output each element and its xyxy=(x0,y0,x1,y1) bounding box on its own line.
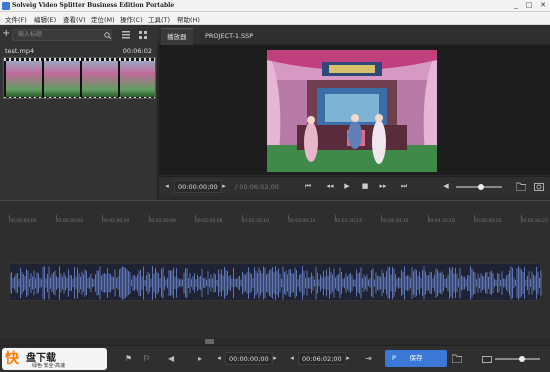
volume-knob[interactable] xyxy=(478,184,485,190)
ruler-tick-label: 00:05:30;22 xyxy=(520,219,548,224)
start-time-back-icon[interactable]: ◂ xyxy=(214,353,224,364)
minimize-button[interactable]: _ xyxy=(511,1,521,10)
window-title: Solveig Video Splitter Business Edition … xyxy=(12,2,175,9)
zoom-knob[interactable] xyxy=(519,356,525,362)
split-icon[interactable]: ⇥ xyxy=(365,354,372,363)
step-forward-icon[interactable]: ▸▸ xyxy=(378,181,388,192)
total-time: / 00:06:02;00 xyxy=(235,183,279,191)
ruler-tick-label: 00:00:30;02 xyxy=(55,219,83,224)
stop-icon[interactable]: ■ xyxy=(360,181,370,192)
search-placeholder: 输入标题 xyxy=(18,31,43,38)
file-thumbnail-strip[interactable] xyxy=(3,57,156,99)
current-time-field[interactable]: 00:00:00;00 xyxy=(174,180,222,193)
app-icon xyxy=(2,2,10,10)
ruler-tick-label: 00:05:00;20 xyxy=(474,219,502,224)
go-to-end-icon[interactable]: ⏭ xyxy=(399,181,409,192)
timeline-panel: 00:00:00;00 00:00:30;02 00:01:00;04 00:01:3… xyxy=(0,200,550,345)
save-icon: P xyxy=(392,354,396,362)
ruler-tick-label: 00:04:00;16 xyxy=(381,219,409,224)
file-name: test.mp4 xyxy=(5,47,35,55)
scrollbar-thumb[interactable] xyxy=(205,339,214,344)
thumbnail-frame xyxy=(82,61,118,97)
volume-icon[interactable]: ◀ xyxy=(441,181,451,192)
menu-locate[interactable]: 定位(M) xyxy=(91,14,115,24)
thumbnail-frame xyxy=(6,61,42,97)
player-controls: ◂ 00:00:00;00 ▸ / 00:06:02;00 ⏮ ◂◂ ▶ ■ ▸… xyxy=(159,176,550,196)
menu-view[interactable]: 查看(V) xyxy=(63,14,86,24)
save-label: 保存 xyxy=(409,354,423,362)
tab-bar: 播放器 PROJECT-1.SSP xyxy=(159,25,550,45)
menu-edit[interactable]: 编辑(E) xyxy=(34,14,56,24)
play-icon[interactable]: ▶ xyxy=(342,181,352,192)
grid-view-icon[interactable] xyxy=(139,31,147,39)
ruler-tick-label: 00:02:30;10 xyxy=(241,219,269,224)
ruler-tick-label: 00:03:00;12 xyxy=(288,219,316,224)
set-end-marker-icon[interactable]: ⚐ xyxy=(143,354,150,363)
save-button[interactable]: P 保存 xyxy=(385,350,447,367)
menu-help[interactable]: 帮助(H) xyxy=(177,14,200,24)
audio-waveform xyxy=(9,266,542,300)
video-viewer xyxy=(159,45,550,175)
start-time-forward-icon[interactable]: ▸ xyxy=(270,353,280,364)
search-icon[interactable] xyxy=(104,32,111,39)
mute-icon[interactable]: ◀ xyxy=(168,354,174,363)
start-time-field[interactable]: 00:00:00;00 xyxy=(225,352,273,365)
snapshot-icon[interactable] xyxy=(534,182,544,191)
close-button[interactable]: ✕ xyxy=(538,1,548,10)
audio-waveform-track[interactable] xyxy=(9,263,542,301)
add-file-button[interactable]: + xyxy=(2,28,10,39)
maximize-button[interactable]: □ xyxy=(524,1,534,10)
thumbnail-frame xyxy=(44,61,80,97)
menu-tools[interactable]: 工具(T) xyxy=(148,14,170,24)
cursor-icon[interactable]: ▸ xyxy=(198,354,202,363)
file-duration: 00:06:02 xyxy=(122,47,152,55)
set-start-marker-icon[interactable]: ⚑ xyxy=(125,354,132,363)
timeline-ruler[interactable]: 00:00:00;00 00:00:30;02 00:01:00;04 00:01:3… xyxy=(0,211,550,231)
library-toolbar: + 输入标题 xyxy=(0,25,158,45)
end-time-field[interactable]: 00:06:02;00 xyxy=(298,352,346,365)
ruler-tick-label: 00:04:30;18 xyxy=(427,219,455,224)
video-frame[interactable] xyxy=(267,50,437,172)
step-back-icon[interactable]: ◂◂ xyxy=(325,181,335,192)
ruler-tick-label: 00:00:00;00 xyxy=(9,219,37,224)
zoom-out-icon[interactable] xyxy=(482,354,492,363)
title-bar: Solveig Video Splitter Business Edition … xyxy=(0,0,550,12)
ruler-tick-label: 00:01:00;04 xyxy=(102,219,130,224)
media-library-panel: + 输入标题 test.mp4 00:06:02 xyxy=(0,25,158,200)
menu-file[interactable]: 文件(F) xyxy=(5,14,27,24)
end-time-forward-icon[interactable]: ▸ xyxy=(343,353,353,364)
tab-project[interactable]: PROJECT-1.SSP xyxy=(199,28,259,45)
folder-icon[interactable] xyxy=(516,182,526,191)
go-to-start-icon[interactable]: ⏮ xyxy=(303,181,313,192)
thumbnail-frame xyxy=(120,61,155,97)
menu-action[interactable]: 操作(C) xyxy=(120,14,143,24)
search-input[interactable]: 输入标题 xyxy=(12,29,112,41)
ruler-tick-label: 00:02:00;08 xyxy=(195,219,223,224)
watermark-logo: 快 盘下载 绿色·安全·高速 xyxy=(2,348,107,370)
timeline-scrollbar[interactable] xyxy=(0,338,550,345)
ruler-tick-label: 00:01:30;06 xyxy=(148,219,176,224)
watermark-tagline: 绿色·安全·高速 xyxy=(32,363,66,369)
video-scene xyxy=(267,50,437,172)
ruler-tick-label: 00:03:30;14 xyxy=(334,219,362,224)
waveform-path xyxy=(9,266,542,300)
film-perforation xyxy=(4,97,155,98)
time-forward-icon[interactable]: ▸ xyxy=(219,181,229,192)
menu-bar: 文件(F) 编辑(E) 查看(V) 定位(M) 操作(C) 工具(T) 帮助(H… xyxy=(0,12,550,25)
list-view-icon[interactable] xyxy=(122,31,130,39)
zoom-slider[interactable] xyxy=(495,358,540,360)
end-time-back-icon[interactable]: ◂ xyxy=(287,353,297,364)
time-back-icon[interactable]: ◂ xyxy=(162,181,172,192)
output-folder-icon[interactable] xyxy=(452,354,462,363)
watermark-char: 快 xyxy=(5,351,19,367)
tab-player[interactable]: 播放器 xyxy=(161,28,193,45)
